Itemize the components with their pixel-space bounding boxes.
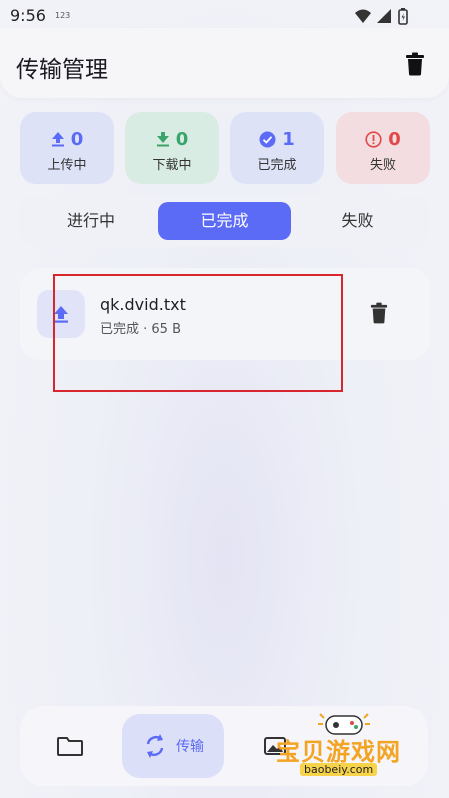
watermark-url: baobeiy.com xyxy=(300,763,378,776)
stat-card-completed[interactable]: 1 已完成 xyxy=(230,112,324,184)
nav-transfers[interactable] xyxy=(122,714,224,778)
highlight-box xyxy=(53,274,343,392)
stat-label: 已完成 xyxy=(257,158,297,173)
watermark-text: 宝贝游戏网 xyxy=(276,738,401,766)
delete-transfer-button[interactable] xyxy=(370,302,388,328)
stat-label: 上传中 xyxy=(47,158,87,173)
tab-completed[interactable]: 已完成 xyxy=(158,202,291,240)
download-icon xyxy=(156,132,169,147)
stat-card-failed[interactable]: 0 失败 xyxy=(336,112,430,184)
stat-card-uploading[interactable]: 0 上传中 xyxy=(20,112,114,184)
status-bar: 9:56 123 xyxy=(0,0,449,30)
stats-row: 0 上传中 0 下载中 1 已完成 0 失败 xyxy=(20,112,430,184)
sync-icon xyxy=(146,734,164,758)
nav-files[interactable] xyxy=(40,714,100,778)
tab-in-progress[interactable]: 进行中 xyxy=(24,202,158,240)
notification-badge: 123 xyxy=(55,11,71,20)
battery-icon xyxy=(398,8,408,25)
signal-icon xyxy=(377,9,391,23)
check-circle-icon xyxy=(259,131,276,147)
trash-icon xyxy=(406,52,424,76)
tab-failed[interactable]: 失败 xyxy=(291,202,424,240)
clear-all-button[interactable] xyxy=(405,52,425,80)
nav-transfers-label: 传输 xyxy=(176,739,204,755)
status-time: 9:56 xyxy=(10,6,46,25)
stat-count: 0 xyxy=(388,128,401,150)
stat-count: 1 xyxy=(282,128,295,150)
error-circle-icon xyxy=(365,130,382,148)
folder-icon xyxy=(57,737,83,756)
trash-icon xyxy=(370,302,388,324)
stat-count: 0 xyxy=(175,128,189,150)
stat-count: 0 xyxy=(70,128,84,150)
upload-icon xyxy=(51,132,64,147)
stat-card-downloading[interactable]: 0 下载中 xyxy=(125,112,219,184)
system-icons xyxy=(353,7,413,29)
page-title: 传输管理 xyxy=(16,57,108,83)
status-tabs: 进行中 已完成 失败 xyxy=(18,196,430,246)
stat-label: 失败 xyxy=(369,158,396,173)
stat-label: 下载中 xyxy=(152,158,192,173)
app-bar: 传输管理 xyxy=(0,28,449,98)
wifi-icon xyxy=(355,9,371,23)
